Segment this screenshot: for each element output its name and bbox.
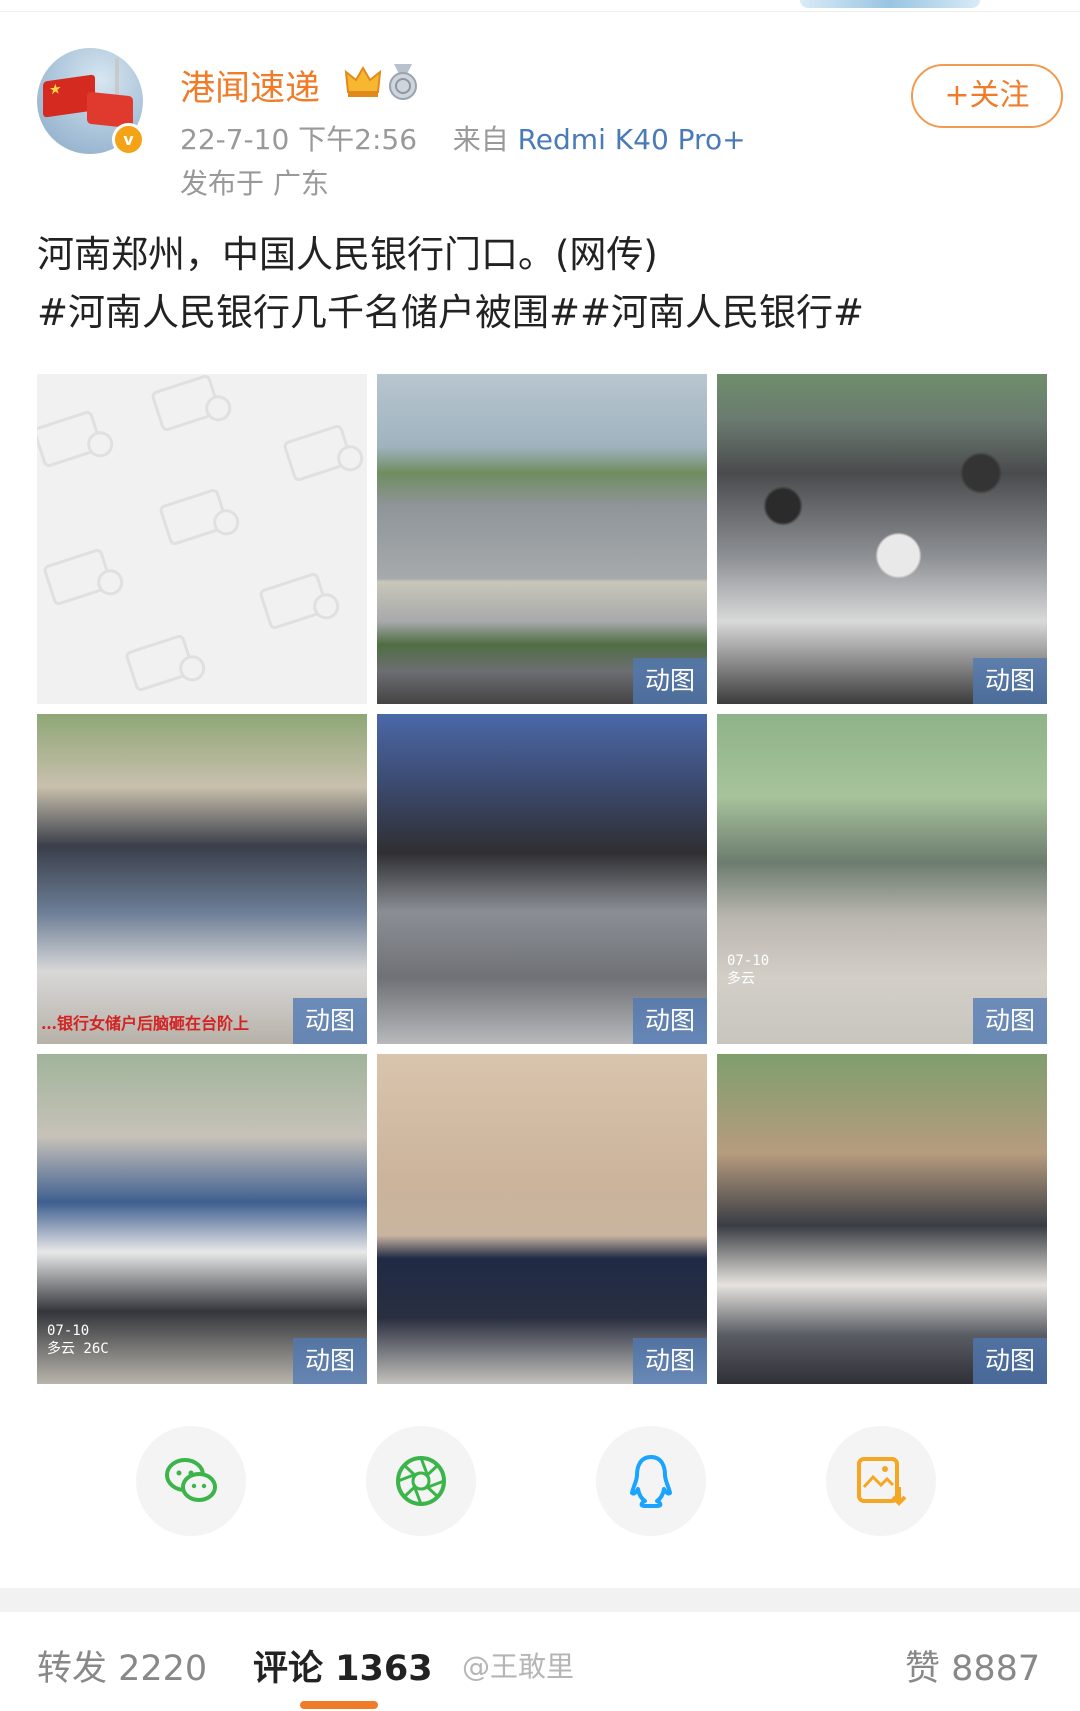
video-timestamp: 07-10 多云	[727, 953, 770, 987]
share-wechat-button[interactable]	[136, 1426, 246, 1536]
image-thumb[interactable]: 动图	[377, 374, 707, 704]
verified-badge-icon: v	[112, 123, 145, 156]
gif-badge: 动图	[633, 998, 707, 1044]
image-thumb[interactable]: 动图	[377, 1054, 707, 1384]
tab-repost[interactable]: 转发 2220	[37, 1640, 207, 1691]
gif-badge: 动图	[293, 998, 367, 1044]
image-grid: 动图 动图 …银行女储户后脑砸在台阶上 动图 动图 07-10 多云 动图 07…	[37, 374, 1060, 1384]
qq-icon	[630, 1455, 672, 1508]
image-placeholder-icon	[42, 547, 114, 607]
post-meta: 22-7-10 下午2:56 来自 Redmi K40 Pro+	[180, 118, 746, 158]
image-thumb[interactable]: 动图	[717, 1054, 1047, 1384]
video-timestamp: 07-10 多云 26C	[47, 1323, 109, 1357]
post-text-line: 河南郑州，中国人民银行门口。(网传)	[37, 233, 658, 276]
image-placeholder-icon	[37, 409, 104, 469]
image-placeholder-icon	[124, 633, 196, 693]
image-placeholder[interactable]	[37, 374, 367, 704]
save-image-icon	[857, 1457, 907, 1506]
follow-button[interactable]: +关注	[911, 64, 1063, 128]
moments-icon	[396, 1456, 446, 1506]
device-link[interactable]: Redmi K40 Pro+	[518, 123, 746, 156]
share-moments-button[interactable]	[366, 1426, 476, 1536]
gif-badge: 动图	[633, 1338, 707, 1384]
gif-badge: 动图	[633, 658, 707, 704]
share-qq-button[interactable]	[596, 1426, 706, 1536]
medal-icon	[389, 64, 417, 100]
gif-badge: 动图	[973, 658, 1047, 704]
wechat-icon	[165, 1458, 217, 1502]
top-banner	[800, 0, 980, 8]
post-body: 河南郑州，中国人民银行门口。(网传) #河南人民银行几千名储户被围##河南人民银…	[37, 226, 1047, 342]
watermark: @王敢里	[462, 1650, 575, 1683]
author-name[interactable]: 港闻速递	[180, 60, 320, 111]
section-divider	[0, 1588, 1080, 1612]
hashtag-line[interactable]: #河南人民银行几千名储户被围##河南人民银行#	[37, 284, 1047, 342]
source-prefix: 来自	[452, 123, 509, 156]
crown-icon	[344, 66, 382, 97]
post-location: 发布于 广东	[180, 167, 329, 200]
gif-badge: 动图	[293, 1338, 367, 1384]
image-thumb[interactable]: 07-10 多云 动图	[717, 714, 1047, 1044]
image-placeholder-icon	[158, 487, 230, 547]
gif-badge: 动图	[973, 998, 1047, 1044]
tab-comment[interactable]: 评论 1363	[253, 1640, 433, 1691]
tab-like[interactable]: 赞 8887	[905, 1640, 1040, 1691]
image-thumb[interactable]: 动图	[717, 374, 1047, 704]
gif-badge: 动图	[973, 1338, 1047, 1384]
image-thumb[interactable]: 动图	[377, 714, 707, 1044]
video-caption: …银行女储户后脑砸在台阶上	[41, 1014, 250, 1033]
top-strip	[0, 0, 1080, 12]
post-date: 22-7-10 下午2:56	[180, 123, 418, 156]
image-placeholder-icon	[258, 571, 330, 631]
image-placeholder-icon	[150, 374, 222, 433]
image-placeholder-icon	[282, 423, 354, 483]
save-image-button[interactable]	[826, 1426, 936, 1536]
image-thumb[interactable]: 07-10 多云 26C 动图	[37, 1054, 367, 1384]
image-thumb[interactable]: …银行女储户后脑砸在台阶上 动图	[37, 714, 367, 1044]
active-tab-indicator	[300, 1701, 378, 1709]
